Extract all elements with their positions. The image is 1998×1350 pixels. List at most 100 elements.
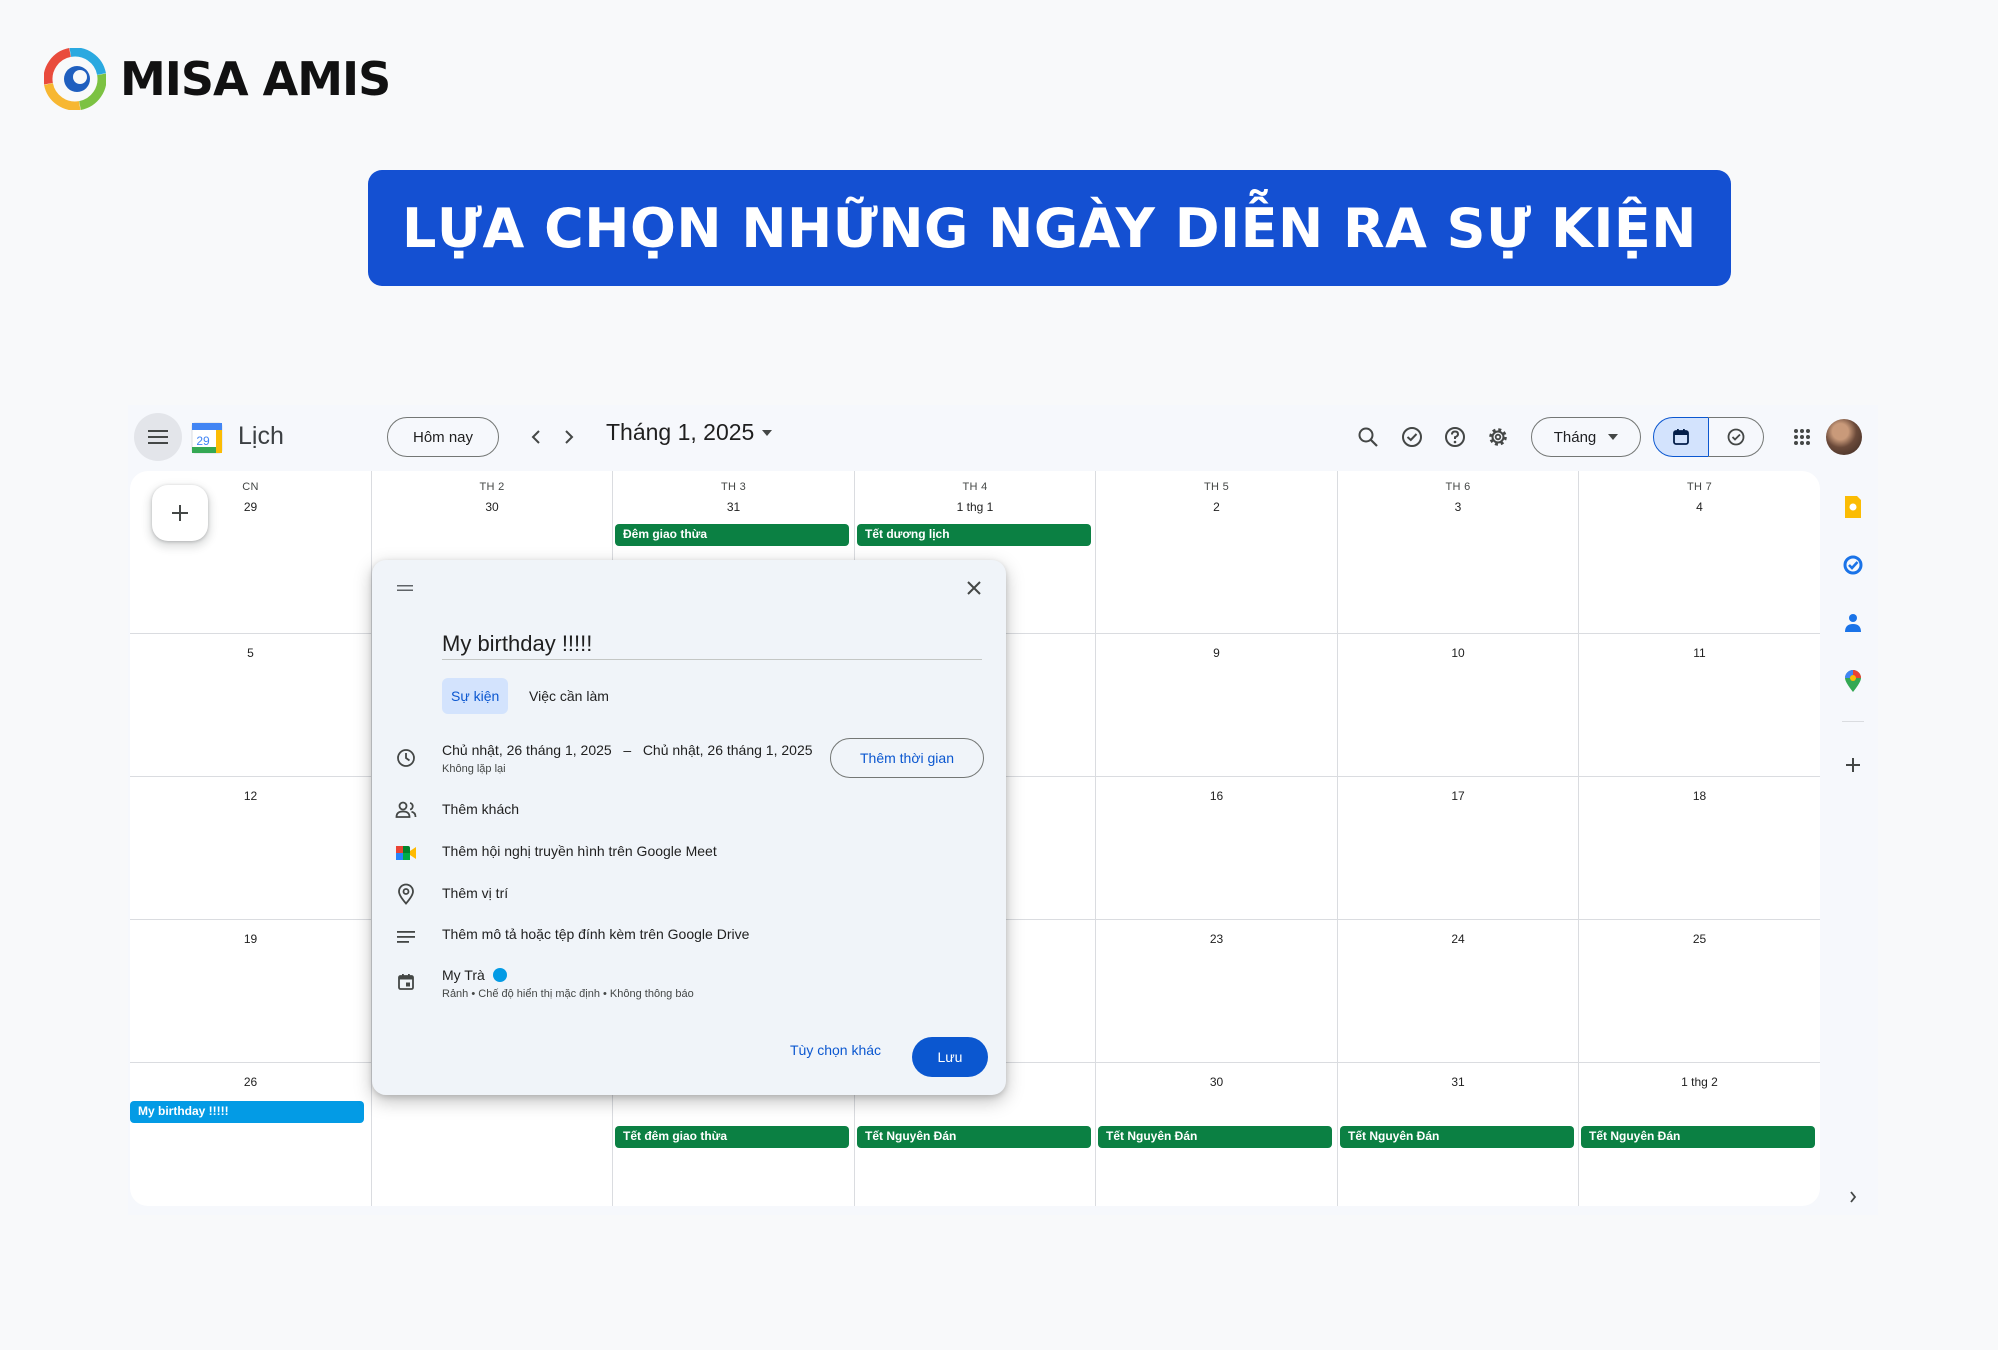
event-chip-lunar-new-year[interactable]: Tết Nguyên Đán bbox=[1098, 1126, 1332, 1148]
day-cell[interactable]: 24 bbox=[1338, 920, 1579, 1063]
day-cell[interactable]: 9 bbox=[1096, 634, 1338, 777]
day-number[interactable]: 2 bbox=[1096, 500, 1337, 514]
day-cell[interactable]: 16 bbox=[1096, 777, 1338, 920]
previous-month-button[interactable] bbox=[520, 421, 552, 453]
day-cell[interactable]: 26 bbox=[130, 1063, 372, 1206]
day-number[interactable]: 10 bbox=[1338, 646, 1578, 660]
help-button[interactable] bbox=[1435, 417, 1475, 457]
search-icon bbox=[1358, 427, 1378, 447]
day-cell[interactable]: 12 bbox=[130, 777, 372, 920]
support-button[interactable] bbox=[1392, 417, 1432, 457]
add-time-button[interactable]: Thêm thời gian bbox=[830, 738, 984, 778]
day-number[interactable]: 24 bbox=[1338, 932, 1578, 946]
add-location-field[interactable]: Thêm vị trí bbox=[442, 885, 508, 901]
day-number[interactable]: 11 bbox=[1579, 646, 1820, 660]
calendar-view-toggle[interactable] bbox=[1653, 417, 1709, 457]
day-number[interactable]: 30 bbox=[372, 500, 612, 514]
day-cell[interactable]: 5 bbox=[130, 634, 372, 777]
add-guests-field[interactable]: Thêm khách bbox=[442, 801, 519, 817]
day-cell[interactable]: 25 bbox=[1579, 920, 1820, 1063]
add-meet-button[interactable]: Thêm hội nghị truyền hình trên Google Me… bbox=[442, 843, 717, 859]
get-addons-button[interactable] bbox=[1841, 753, 1865, 777]
weekday-label: TH 5 bbox=[1203, 481, 1230, 493]
day-number[interactable]: 19 bbox=[130, 932, 371, 946]
weekday-label: TH 2 bbox=[479, 481, 505, 493]
tasks-button[interactable] bbox=[1841, 553, 1865, 577]
search-button[interactable] bbox=[1348, 417, 1388, 457]
day-number[interactable]: 16 bbox=[1096, 789, 1337, 803]
view-selector[interactable]: Tháng bbox=[1531, 417, 1641, 457]
account-avatar[interactable] bbox=[1826, 419, 1862, 455]
event-chip-new-years-eve[interactable]: Đêm giao thừa bbox=[615, 524, 849, 546]
tab-event[interactable]: Sự kiện bbox=[442, 678, 509, 714]
drag-handle[interactable] bbox=[396, 580, 414, 591]
close-dialog-button[interactable] bbox=[960, 574, 988, 602]
day-cell[interactable]: 11 bbox=[1579, 634, 1820, 777]
calendar-owner[interactable]: My Trà bbox=[442, 967, 507, 983]
caret-down-icon bbox=[1608, 434, 1619, 440]
calendar-logo[interactable]: 29 bbox=[190, 421, 224, 455]
repeat-setting[interactable]: Không lặp lại bbox=[442, 763, 506, 775]
add-description-field[interactable]: Thêm mô tả hoặc tệp đính kèm trên Google… bbox=[442, 926, 749, 942]
guests-icon-wrap bbox=[394, 798, 418, 822]
save-button[interactable]: Lưu bbox=[912, 1037, 988, 1077]
maps-pin-icon bbox=[1845, 670, 1861, 692]
day-cell[interactable]: 19 bbox=[130, 920, 372, 1063]
event-chip-lunar-new-year[interactable]: Tết Nguyên Đán bbox=[1340, 1126, 1574, 1148]
calendar-icon bbox=[398, 974, 414, 990]
keep-button[interactable] bbox=[1841, 495, 1865, 519]
day-number[interactable]: 30 bbox=[1096, 1075, 1337, 1089]
day-number[interactable]: 12 bbox=[130, 789, 371, 803]
day-number[interactable]: 31 bbox=[613, 500, 854, 514]
calendar-icon bbox=[1673, 429, 1689, 445]
google-apps-button[interactable] bbox=[1782, 417, 1822, 457]
day-cell[interactable]: 18 bbox=[1579, 777, 1820, 920]
day-cell[interactable]: 10 bbox=[1338, 634, 1579, 777]
contacts-button[interactable] bbox=[1841, 611, 1865, 635]
day-cell[interactable]: TH 6 3 bbox=[1338, 471, 1579, 634]
day-number[interactable]: 4 bbox=[1579, 500, 1820, 514]
maps-button[interactable] bbox=[1841, 669, 1865, 693]
event-title-input[interactable] bbox=[442, 628, 982, 660]
more-options-button[interactable]: Tùy chọn khác bbox=[790, 1042, 881, 1058]
day-number[interactable]: 25 bbox=[1579, 932, 1820, 946]
day-number[interactable]: 9 bbox=[1096, 646, 1337, 660]
today-button[interactable]: Hôm nay bbox=[387, 417, 499, 457]
side-panel bbox=[1828, 471, 1878, 1215]
event-chip-lunar-new-years-eve[interactable]: Tết đêm giao thừa bbox=[615, 1126, 849, 1148]
event-chip-lunar-new-year[interactable]: Tết Nguyên Đán bbox=[1581, 1126, 1815, 1148]
top-bar: 29 Lịch Hôm nay Tháng 1, 2025 Tháng bbox=[128, 405, 1878, 469]
event-chip-new-years-day[interactable]: Tết dương lịch bbox=[857, 524, 1091, 546]
month-title-dropdown[interactable]: Tháng 1, 2025 bbox=[606, 419, 773, 446]
day-cell[interactable]: TH 7 4 bbox=[1579, 471, 1820, 634]
chevron-left-icon bbox=[531, 430, 540, 444]
day-number[interactable]: 17 bbox=[1338, 789, 1578, 803]
event-date-range[interactable]: Chủ nhật, 26 tháng 1, 2025 – Chủ nhật, 2… bbox=[442, 742, 813, 758]
tasks-view-toggle[interactable] bbox=[1708, 417, 1764, 457]
day-number[interactable]: 23 bbox=[1096, 932, 1337, 946]
people-icon bbox=[395, 801, 417, 818]
day-cell[interactable]: 23 bbox=[1096, 920, 1338, 1063]
next-month-button[interactable] bbox=[553, 421, 585, 453]
day-number[interactable]: 1 thg 2 bbox=[1579, 1075, 1820, 1089]
google-meet-icon bbox=[396, 846, 416, 860]
day-number[interactable]: 5 bbox=[130, 646, 371, 660]
day-number[interactable]: 1 thg 1 bbox=[855, 500, 1095, 514]
day-cell[interactable]: 17 bbox=[1338, 777, 1579, 920]
caret-down-icon bbox=[762, 429, 773, 436]
tab-task[interactable]: Việc cần làm bbox=[520, 678, 618, 714]
brand-name: MISA AMIS bbox=[120, 52, 391, 106]
settings-button[interactable] bbox=[1478, 417, 1518, 457]
main-menu-button[interactable] bbox=[134, 413, 182, 461]
expand-side-panel-button[interactable] bbox=[1841, 1185, 1865, 1209]
event-chip-my-birthday[interactable]: My birthday !!!!! bbox=[130, 1101, 364, 1123]
create-event-button[interactable] bbox=[152, 485, 208, 541]
day-cell[interactable]: TH 5 2 bbox=[1096, 471, 1338, 634]
day-number[interactable]: 18 bbox=[1579, 789, 1820, 803]
day-number[interactable]: 31 bbox=[1338, 1075, 1578, 1089]
day-number[interactable]: 3 bbox=[1338, 500, 1578, 514]
event-chip-lunar-new-year[interactable]: Tết Nguyên Đán bbox=[857, 1126, 1091, 1148]
day-number[interactable]: 26 bbox=[130, 1075, 371, 1089]
title-banner: LỰA CHỌN NHỮNG NGÀY DIỄN RA SỰ KIỆN bbox=[368, 170, 1731, 286]
plus-icon bbox=[172, 505, 188, 521]
